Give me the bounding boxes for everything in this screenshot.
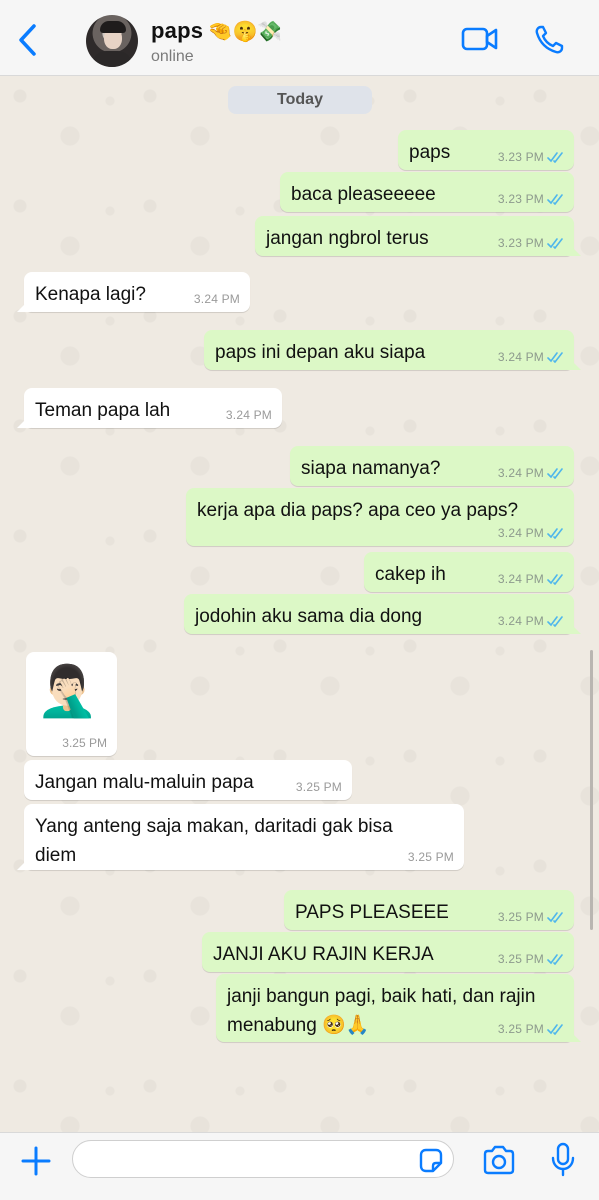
message-time: 3.25 PM <box>497 952 544 966</box>
message-incoming[interactable]: Yang anteng saja makan, daritadi gak bis… <box>24 804 464 870</box>
message-time: 3.24 PM <box>497 572 544 586</box>
message-text: kerja apa dia paps? apa ceo ya paps? <box>197 500 519 521</box>
contact-info[interactable]: paps 🤏🤫💸 online <box>151 18 282 66</box>
message-outgoing[interactable]: siapa namanya? 3.24 PM <box>290 446 574 486</box>
message-text: paps <box>409 142 451 163</box>
message-outgoing[interactable]: janji bangun pagi, baik hati, dan rajin … <box>216 974 574 1042</box>
message-outgoing[interactable]: jangan ngbrol terus 3.23 PM <box>255 216 574 256</box>
message-outgoing[interactable]: baca pleaseeeee 3.23 PM <box>280 172 574 212</box>
read-ticks-icon <box>547 352 563 363</box>
message-time: 3.23 PM <box>497 236 544 250</box>
read-ticks-icon <box>547 468 563 479</box>
message-incoming[interactable]: Teman papa lah 3.24 PM <box>24 388 282 428</box>
message-text: siapa namanya? <box>301 458 441 479</box>
date-divider: Today <box>228 86 372 114</box>
message-outgoing[interactable]: paps ini depan aku siapa 3.24 PM <box>204 330 574 370</box>
message-text: Teman papa lah <box>35 400 171 421</box>
message-text: jodohin aku sama dia dong <box>195 606 423 627</box>
read-ticks-icon <box>547 912 563 923</box>
message-outgoing[interactable]: cakep ih 3.24 PM <box>364 552 574 592</box>
sticker-message[interactable]: 🤦🏻‍♂️ 3.25 PM <box>26 652 117 756</box>
message-text: paps ini depan aku siapa <box>215 342 426 363</box>
name-emoji: 🤏🤫💸 <box>207 21 283 43</box>
message-text: jangan ngbrol terus <box>266 228 429 249</box>
camera-icon[interactable] <box>482 1145 516 1180</box>
message-time: 3.23 PM <box>497 192 544 206</box>
read-ticks-icon <box>547 194 563 205</box>
message-text: baca pleaseeeee <box>291 184 436 205</box>
message-outgoing[interactable]: PAPS PLEASEEE 3.25 PM <box>284 890 574 930</box>
message-time: 3.24 PM <box>497 614 544 628</box>
message-text: Yang anteng saja makan, daritadi gak bis… <box>35 816 393 866</box>
message-time: 3.25 PM <box>497 910 544 924</box>
message-outgoing[interactable]: JANJI AKU RAJIN KERJA 3.25 PM <box>202 932 574 972</box>
read-ticks-icon <box>547 528 563 539</box>
plus-icon[interactable] <box>20 1145 52 1182</box>
message-outgoing[interactable]: kerja apa dia paps? apa ceo ya paps? 3.2… <box>186 488 574 546</box>
read-ticks-icon <box>547 238 563 249</box>
sticker-icon[interactable] <box>417 1147 445 1180</box>
phone-icon[interactable] <box>533 24 565 61</box>
video-camera-icon[interactable] <box>461 24 499 59</box>
microphone-icon[interactable] <box>550 1142 576 1183</box>
message-time: 3.24 PM <box>497 350 544 364</box>
message-text: cakep ih <box>375 564 446 585</box>
read-ticks-icon <box>547 1024 563 1035</box>
message-outgoing[interactable]: paps 3.23 PM <box>398 130 574 170</box>
message-text: Kenapa lagi? <box>35 284 146 305</box>
message-input[interactable] <box>72 1140 454 1178</box>
message-time: 3.24 PM <box>497 466 544 480</box>
message-time: 3.24 PM <box>193 292 240 306</box>
message-time: 3.23 PM <box>497 150 544 164</box>
read-ticks-icon <box>547 954 563 965</box>
message-text: janji bangun pagi, baik hati, dan rajin … <box>227 986 536 1036</box>
message-incoming[interactable]: Jangan malu-maluin papa 3.25 PM <box>24 760 352 800</box>
chat-area[interactable]: Today paps 3.23 PM baca pleaseeeee 3.23 … <box>0 76 599 1132</box>
read-ticks-icon <box>547 574 563 585</box>
contact-status: online <box>151 48 194 65</box>
message-text: PAPS PLEASEEE <box>295 902 449 923</box>
message-time: 3.25 PM <box>407 850 454 864</box>
scrollbar[interactable] <box>590 650 593 930</box>
read-ticks-icon <box>547 152 563 163</box>
composer-bar <box>0 1132 599 1200</box>
message-outgoing[interactable]: jodohin aku sama dia dong 3.24 PM <box>184 594 574 634</box>
avatar[interactable] <box>86 15 138 67</box>
message-text: Jangan malu-maluin papa <box>35 772 254 793</box>
contact-name: paps <box>151 18 204 43</box>
message-time: 3.24 PM <box>225 408 272 422</box>
message-incoming[interactable]: Kenapa lagi? 3.24 PM <box>24 272 250 312</box>
message-time: 3.25 PM <box>62 736 107 750</box>
message-time: 3.25 PM <box>497 1022 544 1036</box>
read-ticks-icon <box>547 616 563 627</box>
message-time: 3.24 PM <box>497 526 544 540</box>
message-time: 3.25 PM <box>295 780 342 794</box>
message-text: JANJI AKU RAJIN KERJA <box>213 944 434 965</box>
chat-header: paps 🤏🤫💸 online <box>0 0 599 76</box>
facepalm-sticker: 🤦🏻‍♂️ <box>36 663 99 719</box>
chevron-left-icon[interactable] <box>14 22 42 58</box>
